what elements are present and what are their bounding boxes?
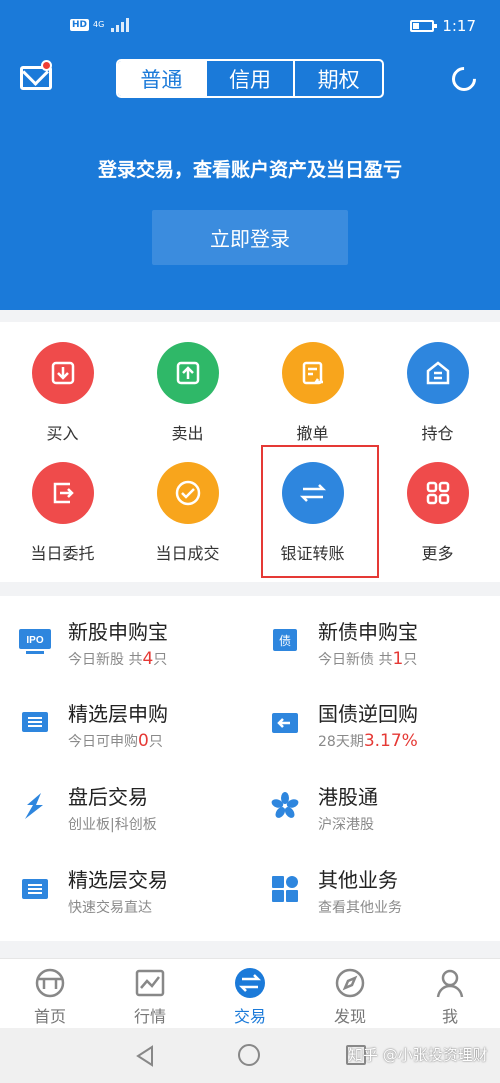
highlight-box <box>261 445 379 578</box>
service-title: 港股通 <box>318 785 378 809</box>
nav-label: 交易 <box>233 1007 266 1026</box>
service-other-business[interactable]: 其他业务 查看其他业务 <box>268 862 500 932</box>
hk-connect-icon <box>268 791 302 821</box>
service-title: 盘后交易 <box>68 785 148 809</box>
trade-icon <box>234 967 266 999</box>
service-title: 精选层申购 <box>68 702 168 726</box>
service-reverse-repo[interactable]: 国债逆回购 28天期3.17% <box>268 696 500 766</box>
function-label: 更多 <box>421 544 454 563</box>
service-subtitle: 今日可申购0只 <box>68 731 163 751</box>
home-icon <box>34 967 66 999</box>
user-icon <box>434 967 466 999</box>
function-label: 当日委托 <box>30 544 95 563</box>
service-title: 新债申购宝 <box>318 620 418 644</box>
system-nav-bar: 知乎 @小张投资理财 <box>0 1028 500 1083</box>
nav-label: 我 <box>441 1007 458 1026</box>
function-label: 持仓 <box>421 424 454 443</box>
function-buy[interactable]: 买入 <box>0 342 125 444</box>
service-select-trade[interactable]: 精选层交易 快速交易直达 <box>18 862 258 932</box>
hd-badge: HD <box>70 19 90 31</box>
function-today-deal[interactable]: 当日成交 <box>125 462 250 564</box>
entrust-icon <box>31 462 94 524</box>
service-title: 新股申购宝 <box>68 620 168 644</box>
account-type-tabs: 普通 信用 期权 <box>116 59 384 98</box>
service-subtitle: 查看其他业务 <box>318 900 402 916</box>
sell-icon <box>156 342 219 404</box>
nav-discover[interactable]: 发现 <box>300 959 400 1028</box>
nav-home[interactable]: 首页 <box>0 959 100 1028</box>
service-title: 精选层交易 <box>68 868 168 892</box>
service-title: 其他业务 <box>318 868 398 892</box>
header: HD 4G 1:17 普通 信用 期权 登录交易，查看账户资产及当日盈亏 立即登… <box>0 0 500 310</box>
nav-label: 行情 <box>133 1007 166 1026</box>
notification-dot <box>41 60 52 71</box>
function-position[interactable]: 持仓 <box>375 342 500 444</box>
compass-icon <box>334 967 366 999</box>
more-grid-icon <box>406 462 469 524</box>
function-more[interactable]: 更多 <box>375 462 500 564</box>
other-business-icon <box>268 874 302 904</box>
select-trade-icon <box>18 874 52 904</box>
service-subtitle: 28天期3.17% <box>318 731 418 751</box>
status-bar: HD 4G 1:17 <box>0 0 500 58</box>
service-subtitle: 今日新债 共1只 <box>318 649 418 669</box>
ipo-icon: IPO <box>18 626 52 656</box>
function-cancel-order[interactable]: 撤单 <box>250 342 375 444</box>
bond-icon: 债 <box>268 626 302 656</box>
service-subtitle: 创业板|科创板 <box>68 817 157 833</box>
service-after-hours[interactable]: 盘后交易 创业板|科创板 <box>18 779 258 849</box>
network-type: 4G <box>93 20 105 29</box>
function-label: 当日成交 <box>155 544 220 563</box>
home-circle-icon[interactable] <box>238 1044 260 1066</box>
buy-icon <box>31 342 94 404</box>
function-today-entrust[interactable]: 当日委托 <box>0 462 125 564</box>
bottom-nav: 首页 行情 交易 发现 我 <box>0 958 500 1028</box>
market-icon <box>134 967 166 999</box>
function-label: 买入 <box>46 424 79 443</box>
service-subtitle: 沪深港股 <box>318 817 374 833</box>
login-button[interactable]: 立即登录 <box>152 210 348 265</box>
service-bond[interactable]: 债 新债申购宝 今日新债 共1只 <box>268 614 500 684</box>
svg-text:债: 债 <box>279 634 291 648</box>
service-subtitle: 快速交易直达 <box>68 900 152 916</box>
clock: 1:17 <box>442 17 476 35</box>
repo-icon <box>268 708 302 738</box>
trade-functions-grid: 买入 卖出 撤单 持仓 当日委托 当日成交 银证转账 更多 <box>0 322 500 582</box>
service-subtitle: 今日新股 共4只 <box>68 649 168 669</box>
nav-market[interactable]: 行情 <box>100 959 200 1028</box>
after-hours-icon <box>18 791 52 821</box>
back-icon[interactable] <box>135 1045 155 1067</box>
nav-label: 发现 <box>333 1007 366 1026</box>
function-sell[interactable]: 卖出 <box>125 342 250 444</box>
nav-me[interactable]: 我 <box>400 959 500 1028</box>
nav-label: 首页 <box>33 1007 66 1026</box>
function-label: 撤单 <box>296 424 329 443</box>
watermark: 知乎 @小张投资理财 <box>348 1046 488 1064</box>
tab-normal[interactable]: 普通 <box>118 61 205 96</box>
select-subscribe-icon <box>18 708 52 738</box>
deal-icon <box>156 462 219 524</box>
nav-trade[interactable]: 交易 <box>200 959 300 1028</box>
service-title: 国债逆回购 <box>318 702 418 726</box>
login-prompt: 登录交易，查看账户资产及当日盈亏 <box>97 159 402 181</box>
signal-icon <box>111 18 130 32</box>
service-ipo[interactable]: IPO 新股申购宝 今日新股 共4只 <box>18 614 258 684</box>
service-hk-connect[interactable]: 港股通 沪深港股 <box>268 779 500 849</box>
position-icon <box>406 342 469 404</box>
service-select-subscribe[interactable]: 精选层申购 今日可申购0只 <box>18 696 258 766</box>
tab-credit[interactable]: 信用 <box>204 61 294 96</box>
battery-icon <box>410 20 438 32</box>
tab-options[interactable]: 期权 <box>293 61 382 96</box>
refresh-icon[interactable] <box>447 62 481 96</box>
cancel-order-icon <box>281 342 344 404</box>
services-list: IPO 新股申购宝 今日新股 共4只 债 新债申购宝 今日新债 共1只 精选层申… <box>0 596 500 941</box>
function-label: 卖出 <box>171 424 204 443</box>
svg-text:IPO: IPO <box>26 635 43 646</box>
